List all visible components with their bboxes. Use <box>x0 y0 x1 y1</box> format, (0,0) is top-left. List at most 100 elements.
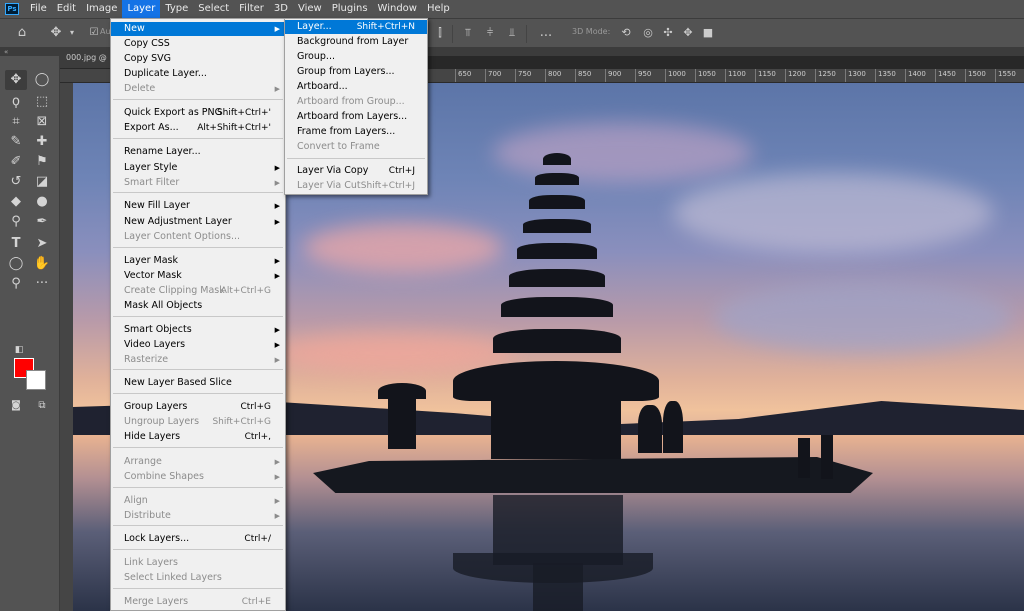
menu-layer[interactable]: Layer <box>122 0 161 18</box>
menu-item-rename-layer[interactable]: Rename Layer... <box>111 145 285 159</box>
crop-tool-icon[interactable]: ⌗ <box>5 112 27 132</box>
menu-item-vector-mask[interactable]: Vector Mask ▶ <box>111 269 285 283</box>
background-color-swatch[interactable] <box>26 370 46 390</box>
menu-3d[interactable]: 3D <box>269 0 293 18</box>
pen-tool-icon[interactable]: ✒ <box>31 212 53 232</box>
menu-window[interactable]: Window <box>373 0 422 18</box>
submenu-item-background-from-layer[interactable]: Background from Layer <box>285 35 427 49</box>
menu-item-layer-style[interactable]: Layer Style ▶ <box>111 161 285 175</box>
eyedropper-tool-icon[interactable]: ✎ <box>5 132 27 152</box>
frame-tool-icon[interactable]: ⊠ <box>31 112 53 132</box>
menu-help[interactable]: Help <box>422 0 455 18</box>
submenu-item-layer-via-copy[interactable]: Layer Via Copy Ctrl+J <box>285 164 427 178</box>
default-colors-icon[interactable]: ◧ <box>8 340 30 360</box>
eraser-tool-icon[interactable]: ◪ <box>31 172 53 192</box>
type-tool-icon[interactable]: T <box>5 234 27 254</box>
lasso-tool-icon[interactable]: ϙ <box>5 92 27 112</box>
menu-item-label: New Adjustment Layer <box>124 216 232 227</box>
more-tools-icon[interactable]: ··· <box>31 274 53 294</box>
menu-item-copy-css[interactable]: Copy CSS <box>111 37 285 51</box>
menu-filter[interactable]: Filter <box>234 0 269 18</box>
slide-3d-icon[interactable]: ✥ <box>680 25 696 41</box>
menu-item-quick-export-as-png[interactable]: Quick Export as PNG Shift+Ctrl+' <box>111 106 285 120</box>
menu-item-new-layer-based-slice[interactable]: New Layer Based Slice <box>111 376 285 390</box>
home-icon[interactable]: ⌂ <box>14 25 30 41</box>
menu-edit[interactable]: Edit <box>52 0 81 18</box>
move-tool-icon[interactable]: ✥ <box>48 25 64 41</box>
submenu-item-group-from-layers[interactable]: Group from Layers... <box>285 65 427 79</box>
menu-separator <box>113 192 283 193</box>
auto-select-label: Au <box>100 27 111 36</box>
path-selection-tool-icon[interactable]: ➤ <box>31 234 53 254</box>
submenu-item-frame-from-layers[interactable]: Frame from Layers... <box>285 125 427 139</box>
zoom-tool-icon[interactable]: ⚲ <box>5 274 27 294</box>
screen-mode-icon[interactable]: ⧉ <box>31 396 53 416</box>
small-shrine <box>378 383 426 399</box>
submenu-arrow-icon: ▶ <box>274 458 280 466</box>
ellipse-tool-icon[interactable]: ◯ <box>5 254 27 274</box>
menu-plugins[interactable]: Plugins <box>327 0 373 18</box>
document-tab[interactable]: 000.jpg @ <box>60 48 110 68</box>
submenu-item-group[interactable]: Group... <box>285 50 427 64</box>
menu-file[interactable]: File <box>25 0 52 18</box>
ruler-tick-label: 1350 <box>875 69 896 82</box>
menu-item-label: Layer Content Options... <box>124 231 241 242</box>
menu-item-copy-svg[interactable]: Copy SVG <box>111 52 285 66</box>
submenu-item-label: Artboard from Group... <box>297 96 405 107</box>
menu-item-new[interactable]: New ▶ <box>111 22 285 36</box>
submenu-arrow-icon: ▶ <box>274 179 280 187</box>
menu-item-video-layers[interactable]: Video Layers ▶ <box>111 338 285 352</box>
submenu-item-artboard-from-layers[interactable]: Artboard from Layers... <box>285 110 427 124</box>
align-middle-icon[interactable]: ⫩ <box>482 25 498 41</box>
menu-view[interactable]: View <box>293 0 327 18</box>
menu-item-arrange: Arrange ▶ <box>111 455 285 469</box>
menu-separator <box>113 525 283 526</box>
orbit-3d-icon[interactable]: ⟲ <box>618 25 634 41</box>
ruler-tick-label: 950 <box>635 69 651 82</box>
chevron-down-icon[interactable]: ▾ <box>64 25 80 41</box>
menu-separator <box>113 588 283 589</box>
marquee-tool-icon[interactable]: ◯ <box>31 70 53 90</box>
menu-select[interactable]: Select <box>193 0 234 18</box>
menu-item-new-adjustment-layer[interactable]: New Adjustment Layer ▶ <box>111 215 285 229</box>
menu-type[interactable]: Type <box>160 0 193 18</box>
scale-3d-icon[interactable]: ■ <box>700 25 716 41</box>
hand-tool-icon[interactable]: ✋ <box>31 254 53 274</box>
quick-mask-icon[interactable]: ◙ <box>5 396 27 416</box>
menu-item-label: Combine Shapes <box>124 471 204 482</box>
roll-3d-icon[interactable]: ◎ <box>640 25 656 41</box>
align-top-icon[interactable]: ⫪ <box>460 25 476 41</box>
menu-image[interactable]: Image <box>81 0 122 18</box>
menu-item-new-fill-layer[interactable]: New Fill Layer ▶ <box>111 199 285 213</box>
menu-item-export-as[interactable]: Export As... Alt+Shift+Ctrl+' <box>111 121 285 135</box>
menu-item-duplicate-layer[interactable]: Duplicate Layer... <box>111 67 285 81</box>
menu-item-layer-mask[interactable]: Layer Mask ▶ <box>111 254 285 268</box>
brush-tool-icon[interactable]: ✐ <box>5 152 27 172</box>
menu-item-label: Copy SVG <box>124 53 172 64</box>
healing-brush-tool-icon[interactable]: ✚ <box>31 132 53 152</box>
menu-item-smart-objects[interactable]: Smart Objects ▶ <box>111 323 285 337</box>
submenu-item-artboard[interactable]: Artboard... <box>285 80 427 94</box>
submenu-arrow-icon: ▶ <box>274 25 280 33</box>
dodge-tool-icon[interactable]: ⚲ <box>5 212 27 232</box>
submenu-item-convert-to-frame: Convert to Frame <box>285 140 427 154</box>
align-bottom-icon[interactable]: ⫫ <box>504 25 520 41</box>
menu-item-group-layers[interactable]: Group Layers Ctrl+G <box>111 400 285 414</box>
menu-item-lock-layers[interactable]: Lock Layers... Ctrl+/ <box>111 532 285 546</box>
menu-item-label: Arrange <box>124 456 162 467</box>
menu-item-mask-all-objects[interactable]: Mask All Objects <box>111 299 285 313</box>
menu-separator <box>287 158 425 159</box>
paint-bucket-tool-icon[interactable]: ◆ <box>5 192 27 212</box>
object-selection-tool-icon[interactable]: ⬚ <box>31 92 53 112</box>
pan-3d-icon[interactable]: ✣ <box>660 25 676 41</box>
move-tool-icon[interactable]: ✥ <box>5 70 27 90</box>
menu-item-hide-layers[interactable]: Hide Layers Ctrl+, <box>111 430 285 444</box>
submenu-item-label: Group from Layers... <box>297 66 395 77</box>
history-brush-tool-icon[interactable]: ↺ <box>5 172 27 192</box>
submenu-item-layer[interactable]: Layer... Shift+Ctrl+N <box>285 20 427 34</box>
blur-tool-icon[interactable]: ● <box>31 192 53 212</box>
menu-item-label: Align <box>124 495 148 506</box>
clone-stamp-tool-icon[interactable]: ⚑ <box>31 152 53 172</box>
more-options-icon[interactable]: ... <box>538 25 554 41</box>
align-right-icon[interactable]: ⫿ <box>432 25 448 41</box>
